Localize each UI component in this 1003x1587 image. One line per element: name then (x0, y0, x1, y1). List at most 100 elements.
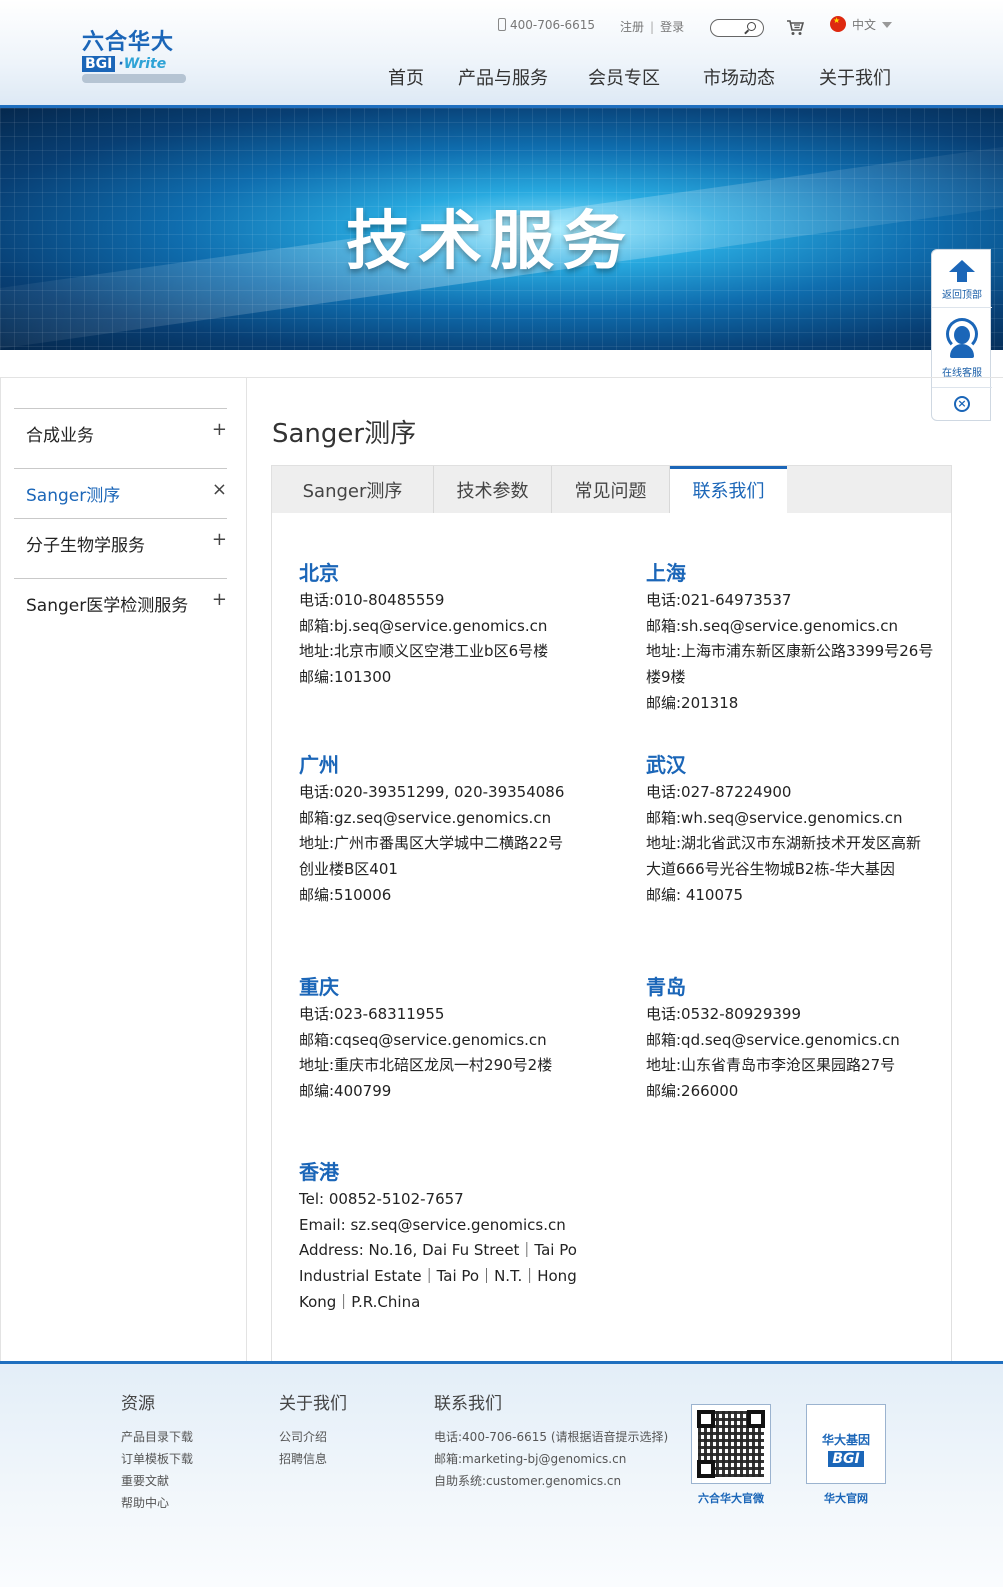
tab-faq[interactable]: 常见问题 (552, 466, 670, 515)
office-line: 邮编:400799 (299, 1082, 392, 1101)
footer-contact-line[interactable]: 自助系统:customer.genomics.cn (434, 1470, 668, 1492)
sidebar-item-synthesis[interactable]: 合成业务 + (14, 408, 227, 468)
footer-contact-line[interactable]: 邮箱:marketing-bj@genomics.cn (434, 1448, 668, 1470)
office-wuhan: 武汉 电话:027-87224900 邮箱:wh.seq@service.gen… (646, 750, 921, 909)
office-line: 邮箱:qd.seq@service.genomics.cn (646, 1030, 900, 1049)
office-city: 北京 (299, 561, 339, 585)
qr-caption: 六合华大官微 (698, 1492, 764, 1505)
office-line: Email: sz.seq@service.genomics.cn (299, 1215, 566, 1234)
tab-sanger[interactable]: Sanger测序 (272, 466, 434, 515)
footer-link[interactable]: 招聘信息 (279, 1448, 347, 1470)
china-flag-icon (830, 16, 846, 32)
office-line: 邮箱:wh.seq@service.genomics.cn (646, 808, 903, 827)
phone-icon (498, 18, 506, 31)
office-line: 电话:023-68311955 (299, 1005, 445, 1023)
office-line: Kong｜P.R.China (299, 1292, 421, 1311)
auth-links: 注册 | 登录 (620, 18, 684, 40)
logo-en: BGI ·Write (82, 56, 192, 72)
footer-heading: 联系我们 (434, 1394, 502, 1414)
back-to-top-button[interactable]: 返回顶部 (932, 256, 992, 308)
nav-home[interactable]: 首页 (388, 64, 424, 92)
hero-banner: 技术服务 (0, 108, 1003, 350)
plus-icon[interactable]: + (212, 589, 227, 610)
sidebar-item-label: 合成业务 (26, 426, 94, 446)
office-city: 武汉 (646, 753, 686, 777)
office-beijing: 北京 电话:010-80485559 邮箱:bj.seq@service.gen… (299, 558, 548, 691)
collapse-icon[interactable]: × (212, 479, 227, 500)
office-city: 上海 (646, 561, 686, 585)
footer-heading: 关于我们 (279, 1394, 347, 1414)
nav-about[interactable]: 关于我们 (819, 64, 891, 92)
login-link[interactable]: 登录 (660, 20, 684, 34)
office-hongkong: 香港 Tel: 00852-5102-7657 Email: sz.seq@se… (299, 1157, 577, 1316)
sidebar-item-sanger[interactable]: Sanger测序 × (14, 468, 227, 518)
logo[interactable]: 六合华大 BGI ·Write (82, 30, 192, 88)
office-line: 邮箱:gz.seq@service.genomics.cn (299, 808, 552, 827)
plus-icon[interactable]: + (212, 529, 227, 550)
footer-link[interactable]: 产品目录下载 (121, 1426, 193, 1448)
language-selector[interactable]: 中文 (830, 16, 893, 38)
office-line: 邮编:266000 (646, 1082, 739, 1101)
nav-members[interactable]: 会员专区 (588, 64, 660, 92)
office-line: 地址:广州市番禺区大学城中二横路22号 (299, 834, 564, 853)
page-title: Sanger测序 (272, 419, 417, 449)
bgi-caption[interactable]: 华大官网 (801, 1490, 891, 1506)
office-guangzhou: 广州 电话:020-39351299, 020-39354086 邮箱:gz.s… (299, 750, 564, 909)
office-city: 青岛 (646, 975, 686, 999)
main-nav: 首页 产品与服务 会员专区 市场动态 关于我们 (388, 64, 891, 92)
office-line: 楼9楼 (646, 668, 686, 687)
tab-bar: Sanger测序 技术参数 常见问题 联系我们 (271, 465, 952, 515)
office-line: 地址:上海市浦东新区康新公路3399号26号 (646, 642, 934, 661)
footer-link[interactable]: 帮助中心 (121, 1492, 193, 1514)
language-label: 中文 (852, 18, 877, 32)
qr-finder (747, 1410, 765, 1428)
office-line: 邮箱:cqseq@service.genomics.cn (299, 1030, 547, 1049)
sidebar: 合成业务 + Sanger测序 × 分子生物学服务 + Sanger医学检测服务… (0, 378, 247, 1364)
footer-link[interactable]: 订单模板下载 (121, 1448, 193, 1470)
office-line: 电话:010-80485559 (299, 591, 445, 609)
sidebar-item-label: Sanger测序 (26, 486, 121, 506)
chevron-down-icon (882, 22, 893, 28)
office-line: 创业楼B区401 (299, 860, 398, 879)
office-line: 邮编: 410075 (646, 885, 744, 904)
sidebar-item-molecular[interactable]: 分子生物学服务 + (14, 518, 227, 578)
qr-finder (697, 1410, 715, 1428)
hotline: 400-706-6615 (498, 18, 595, 40)
office-line: 邮编:101300 (299, 668, 392, 687)
logo-tagline (82, 74, 186, 83)
tab-parameters[interactable]: 技术参数 (434, 466, 552, 515)
office-line: 邮箱:sh.seq@service.genomics.cn (646, 616, 899, 635)
office-line: 电话:0532-80929399 (646, 1005, 801, 1023)
tab-contact[interactable]: 联系我们 (670, 466, 787, 515)
register-link[interactable]: 注册 (620, 20, 644, 34)
footer-link[interactable]: 公司介绍 (279, 1426, 347, 1448)
office-line: Address: No.16, Dai Fu Street｜Tai Po (299, 1241, 577, 1260)
office-line: 电话:027-87224900 (646, 783, 792, 801)
auth-divider: | (650, 20, 655, 34)
footer-about: 关于我们 公司介绍 招聘信息 (279, 1394, 347, 1470)
sidebar-item-label: Sanger医学检测服务 (26, 596, 189, 616)
nav-products[interactable]: 产品与服务 (458, 64, 548, 92)
office-line: 地址:山东省青岛市李沧区果园路27号 (646, 1056, 896, 1075)
footer-contact: 联系我们 电话:400-706-6615 (请根据语音提示选择) 邮箱:mark… (434, 1394, 668, 1492)
office-city: 香港 (299, 1160, 339, 1184)
office-line: 邮箱:bj.seq@service.genomics.cn (299, 616, 548, 635)
hotline-number: 400-706-6615 (510, 18, 596, 32)
office-line: 大道666号光谷生物城B2栋-华大基因 (646, 860, 895, 879)
tab-panel-contact: 北京 电话:010-80485559 邮箱:bj.seq@service.gen… (271, 513, 952, 1363)
back-to-top-label: 返回顶部 (942, 290, 982, 301)
office-line: 邮编:201318 (646, 693, 739, 712)
nav-market[interactable]: 市场动态 (703, 64, 775, 92)
logo-cn: 六合华大 (82, 30, 175, 55)
footer-heading: 资源 (121, 1394, 155, 1414)
search-icon[interactable] (747, 22, 756, 31)
arrow-up-icon (949, 260, 975, 272)
sidebar-item-medical[interactable]: Sanger医学检测服务 + (14, 578, 227, 638)
plus-icon[interactable]: + (212, 419, 227, 440)
arrow-stem (957, 272, 967, 282)
office-chongqing: 重庆 电话:023-68311955 邮箱:cqseq@service.geno… (299, 972, 552, 1105)
search-box[interactable] (710, 19, 764, 37)
bgi-website-logo[interactable]: 华大基因 BGI (806, 1404, 886, 1484)
cart-icon[interactable] (786, 20, 805, 36)
footer-link[interactable]: 重要文献 (121, 1470, 193, 1492)
